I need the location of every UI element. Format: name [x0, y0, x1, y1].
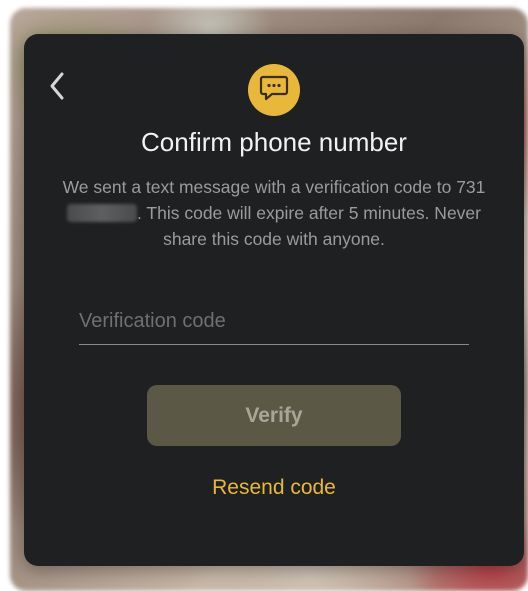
- back-button[interactable]: [44, 68, 74, 104]
- message-badge: [248, 64, 300, 116]
- dialog-title: Confirm phone number: [141, 127, 407, 157]
- confirm-phone-dialog: Confirm phone number We sent a text mess…: [24, 34, 524, 566]
- description-text-end: . This code will expire after 5 minutes.…: [137, 203, 481, 249]
- resend-code-link[interactable]: Resend code: [24, 475, 524, 501]
- chat-bubble-icon: [259, 74, 289, 107]
- redacted-phone-digits: [67, 204, 137, 222]
- screen: Confirm phone number We sent a text mess…: [0, 0, 528, 591]
- verification-code-input[interactable]: [79, 302, 469, 345]
- dialog-description: We sent a text message with a verificati…: [54, 174, 494, 252]
- description-text-start: We sent a text message with a verificati…: [62, 177, 486, 197]
- chevron-left-icon: [44, 68, 74, 104]
- verify-button[interactable]: Verify: [147, 385, 401, 446]
